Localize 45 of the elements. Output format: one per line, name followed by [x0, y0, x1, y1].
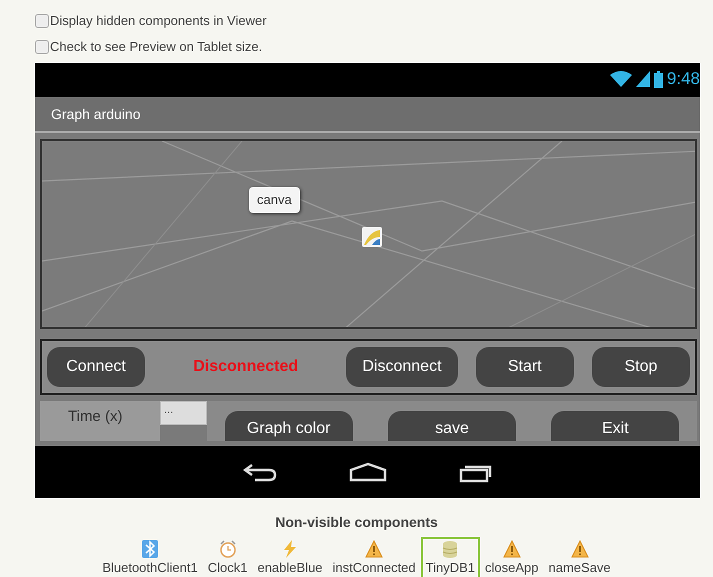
section-heading: Non-visible components [274, 513, 439, 532]
component-item[interactable]: closeApp [480, 537, 544, 577]
signal-icon [636, 71, 650, 87]
app-button[interactable]: Graph color [224, 411, 353, 441]
component-label: nameSave [548, 559, 611, 577]
lightning-icon [281, 540, 299, 558]
title-bar: Graph arduino [35, 97, 700, 133]
component-item[interactable]: TinyDB1 [420, 537, 480, 577]
checkbox-label[interactable]: Check to see Preview on Tablet size. [50, 37, 262, 57]
app-button[interactable]: Connect [47, 347, 145, 387]
component-item[interactable]: BluetoothClient1 [97, 537, 203, 577]
text-field[interactable]: ... [160, 401, 207, 425]
component-label: instConnected [332, 559, 416, 577]
app-button[interactable]: Stop [592, 347, 690, 387]
app-button[interactable]: Start [476, 347, 574, 387]
component-item[interactable]: Clock1 [202, 537, 252, 577]
app-button[interactable]: save [388, 411, 516, 441]
wifi-icon [610, 71, 632, 87]
app-button[interactable]: Disconnect [346, 347, 458, 387]
component-label: enableBlue [257, 559, 323, 577]
component-label: Clock1 [208, 559, 248, 577]
component-item[interactable]: nameSave [544, 537, 616, 577]
warning-icon [502, 540, 521, 558]
app-button[interactable]: Exit [551, 411, 680, 441]
clock-icon [218, 540, 237, 558]
status-time: 9:48 [666, 68, 700, 90]
component-label: BluetoothClient1 [102, 559, 198, 577]
checkbox[interactable] [35, 40, 49, 54]
checkbox[interactable] [35, 14, 49, 28]
status-label: Disconnected [192, 357, 300, 377]
component-item[interactable]: enableBlue [252, 537, 328, 577]
battery-icon [654, 70, 663, 88]
component-label: closeApp [485, 559, 539, 577]
component-item[interactable]: instConnected [328, 537, 421, 577]
axis-label: Time (x) [40, 401, 160, 441]
warning-icon [570, 540, 589, 558]
component-label: TinyDB1 [426, 559, 476, 577]
bluetooth-icon [141, 540, 160, 558]
warning-icon [365, 540, 384, 558]
database-icon [441, 540, 460, 558]
tooltip: canva [249, 187, 300, 212]
back-icon[interactable] [242, 462, 276, 482]
canvas-icon [362, 226, 382, 247]
home-icon[interactable] [348, 462, 386, 482]
checkbox-label[interactable]: Display hidden components in Viewer [50, 11, 267, 31]
